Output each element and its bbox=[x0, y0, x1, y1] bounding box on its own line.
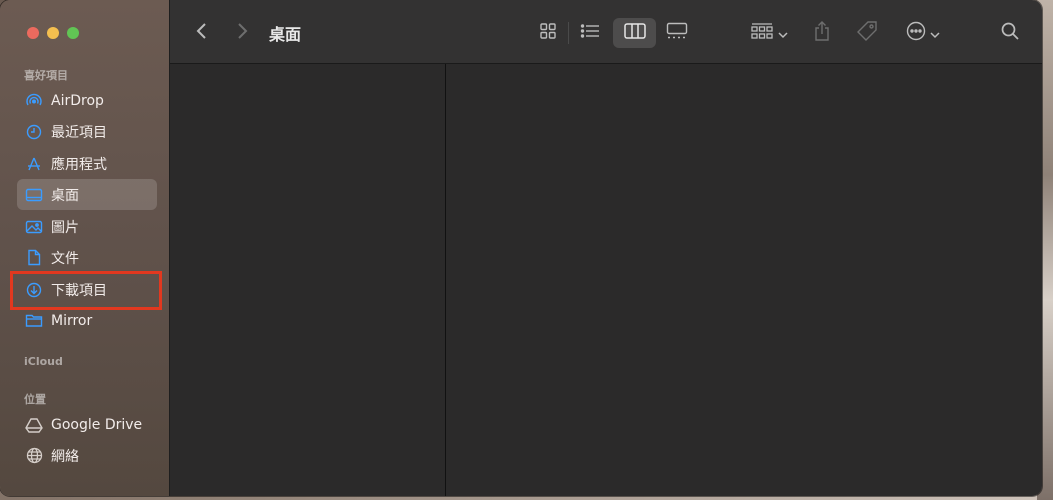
toolbar: 桌面 bbox=[170, 0, 1042, 64]
sidebar-item-label: 桌面 bbox=[51, 187, 79, 204]
search-icon bbox=[1000, 21, 1020, 45]
sidebar-item-applications[interactable]: 應用程式 bbox=[17, 148, 157, 179]
drive-icon bbox=[25, 416, 43, 434]
sidebar-item-label: 最近項目 bbox=[51, 124, 107, 141]
sidebar: 喜好項目 AirDrop 最近項目 應用程式 桌面 圖片 文件 下載項目 Mir… bbox=[0, 0, 170, 496]
gallery-icon bbox=[666, 22, 688, 44]
chevron-down-icon bbox=[930, 24, 940, 43]
sidebar-item-label: Google Drive bbox=[51, 416, 143, 433]
sidebar-item-desktop[interactable]: 桌面 bbox=[17, 179, 157, 210]
toolbar-divider bbox=[568, 22, 569, 44]
locations-section-title: 位置 bbox=[24, 393, 46, 406]
finder-window: 喜好項目 AirDrop 最近項目 應用程式 桌面 圖片 文件 下載項目 Mir… bbox=[0, 0, 1042, 496]
tag-icon bbox=[856, 20, 878, 46]
applications-icon bbox=[25, 155, 43, 173]
back-button[interactable] bbox=[190, 18, 214, 48]
browser-column-1[interactable] bbox=[170, 64, 446, 496]
minimize-button[interactable] bbox=[47, 27, 59, 39]
sidebar-item-label: 文件 bbox=[51, 250, 79, 267]
forward-button[interactable] bbox=[230, 18, 254, 48]
icloud-section-title: iCloud bbox=[24, 355, 63, 368]
more-icon bbox=[906, 21, 926, 45]
sidebar-item-network[interactable]: 網絡 bbox=[17, 440, 157, 471]
grid-icon bbox=[539, 22, 557, 44]
window-title: 桌面 bbox=[269, 25, 302, 44]
clock-icon bbox=[25, 123, 43, 141]
sidebar-item-label: Mirror bbox=[51, 312, 93, 329]
list-view-button[interactable] bbox=[574, 18, 606, 48]
close-button[interactable] bbox=[27, 27, 39, 39]
network-icon bbox=[25, 447, 43, 465]
column-browser[interactable] bbox=[170, 64, 1042, 496]
sidebar-item-label: AirDrop bbox=[51, 92, 104, 109]
folder-icon bbox=[25, 312, 43, 330]
favorites-section-title: 喜好項目 bbox=[24, 69, 68, 82]
chevron-right-icon bbox=[236, 22, 248, 44]
chevron-down-icon bbox=[778, 24, 788, 43]
document-icon bbox=[25, 249, 43, 267]
desktop-icon bbox=[25, 186, 43, 204]
group-button[interactable] bbox=[746, 18, 792, 48]
columns-icon bbox=[623, 23, 646, 43]
gallery-view-button[interactable] bbox=[660, 18, 694, 48]
sidebar-item-label: 圖片 bbox=[51, 219, 79, 236]
share-icon bbox=[813, 20, 831, 46]
chevron-left-icon bbox=[196, 22, 208, 44]
sidebar-item-label: 應用程式 bbox=[51, 156, 107, 173]
tag-button[interactable] bbox=[854, 18, 880, 48]
icon-view-button[interactable] bbox=[532, 18, 564, 48]
search-button[interactable] bbox=[998, 18, 1022, 48]
sidebar-item-google-drive[interactable]: Google Drive bbox=[17, 409, 157, 440]
sidebar-item-pictures[interactable]: 圖片 bbox=[17, 211, 157, 242]
list-icon bbox=[580, 23, 600, 43]
highlight-annotation bbox=[10, 271, 162, 310]
photo-icon bbox=[25, 218, 43, 236]
zoom-button[interactable] bbox=[67, 27, 79, 39]
column-view-button[interactable] bbox=[613, 18, 656, 48]
sidebar-item-label: 網絡 bbox=[51, 448, 79, 465]
sidebar-item-recents[interactable]: 最近項目 bbox=[17, 116, 157, 147]
sidebar-item-airdrop[interactable]: AirDrop bbox=[17, 85, 157, 116]
group-icon bbox=[750, 22, 774, 44]
action-menu-button[interactable] bbox=[902, 18, 944, 48]
airdrop-icon bbox=[25, 92, 43, 110]
sidebar-item-documents[interactable]: 文件 bbox=[17, 242, 157, 273]
share-button[interactable] bbox=[810, 18, 834, 48]
window-controls bbox=[27, 27, 79, 39]
